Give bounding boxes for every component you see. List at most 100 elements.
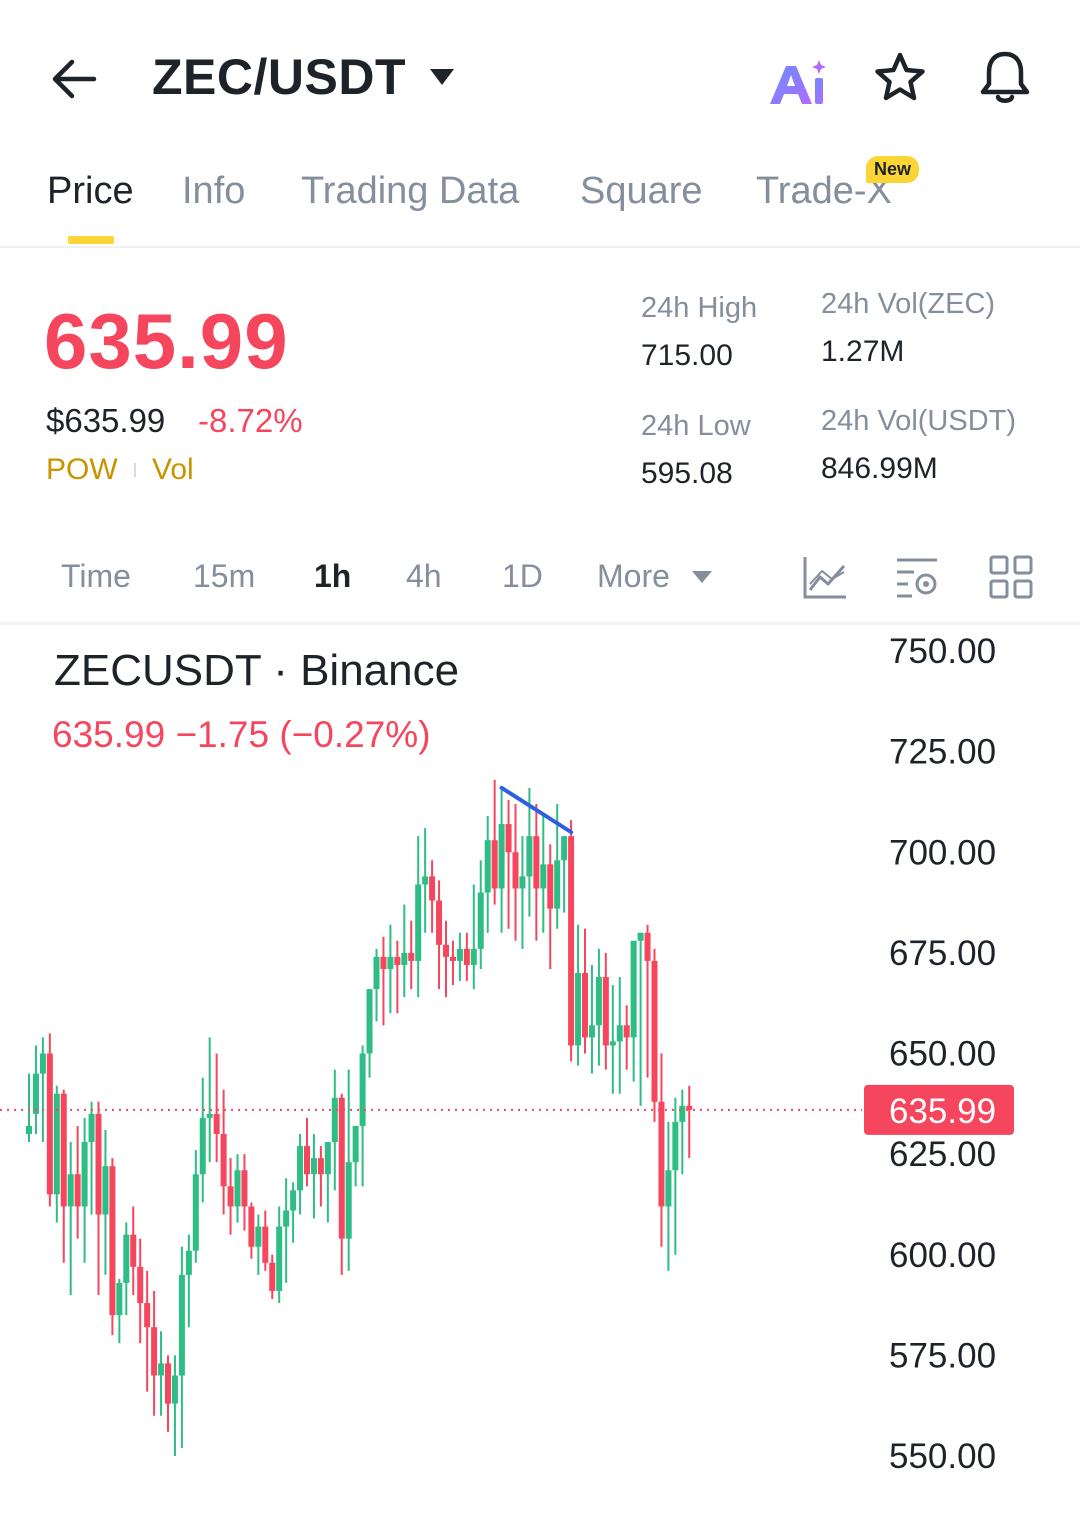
vol-base-value: 1.27M: [821, 335, 905, 368]
candle-body: [151, 1327, 158, 1376]
candle-body: [484, 840, 491, 893]
candle-body: [345, 1162, 352, 1239]
tab-trading-data[interactable]: Trading Data: [301, 170, 519, 213]
y-axis-tick-label: 625.00: [889, 1135, 996, 1174]
arrow-left-icon[interactable]: [48, 52, 102, 106]
candle-body: [526, 836, 533, 877]
candle-body: [88, 1113, 95, 1143]
tag-pow[interactable]: POW: [46, 453, 118, 487]
candle-body: [359, 1053, 366, 1126]
star-icon[interactable]: [872, 50, 928, 106]
tab-info[interactable]: Info: [182, 170, 245, 213]
y-axis-tick-label: 600.00: [889, 1236, 996, 1275]
candle-body: [262, 1226, 269, 1263]
candlestick-chart[interactable]: 750.00 725.00 700.00 675.00 650.00 625.00 600.…: [0, 625, 1080, 1535]
vol-base-label: 24h Vol(ZEC): [821, 288, 996, 320]
candle-body: [554, 860, 561, 909]
last-price: 635.99: [44, 297, 289, 385]
active-tab-indicator: [68, 236, 114, 244]
candle-body: [213, 1113, 220, 1134]
timeframe-4h[interactable]: 4h: [406, 558, 442, 595]
low-value: 595.08: [641, 457, 733, 490]
candle-body: [401, 952, 408, 965]
candle-body: [67, 1174, 74, 1207]
y-axis-tick-label: 675.00: [889, 934, 996, 973]
candle-body: [463, 948, 470, 965]
caret-down-icon[interactable]: [691, 570, 713, 584]
candle-body: [227, 1186, 234, 1207]
candle-body: [491, 840, 498, 889]
candle-body: [206, 1113, 213, 1118]
bell-icon[interactable]: [976, 48, 1034, 106]
tab-square[interactable]: Square: [580, 170, 703, 213]
timeframe-1d[interactable]: 1D: [502, 558, 543, 595]
candle-body: [95, 1113, 102, 1215]
vol-quote-value: 846.99M: [821, 452, 938, 485]
candle-body: [74, 1174, 81, 1207]
high-value: 715.00: [641, 339, 733, 372]
candle-body: [602, 977, 609, 1046]
new-badge: New: [866, 156, 920, 183]
candle-body: [192, 1174, 199, 1251]
candle-body: [297, 1146, 304, 1191]
candle-body: [568, 836, 575, 1046]
candle-body: [547, 864, 554, 909]
candle-body: [116, 1282, 123, 1316]
candle-body: [456, 948, 463, 961]
tag-vol[interactable]: Vol: [152, 453, 194, 487]
candle-body: [415, 884, 422, 961]
candle-body: [595, 977, 602, 1026]
candle-body: [422, 876, 429, 885]
indicator-chart-icon[interactable]: [802, 554, 848, 600]
candle-body: [380, 956, 387, 969]
candle-body: [81, 1142, 88, 1207]
candle-body: [436, 900, 443, 945]
pair-title[interactable]: ZEC/USDT: [152, 48, 406, 106]
chart-title: ZECUSDT · Binance: [54, 646, 460, 695]
candle-body: [519, 876, 526, 889]
y-axis-tick-label: 750.00: [889, 632, 996, 671]
candle-body: [109, 1166, 116, 1316]
ai-assistant-icon[interactable]: [766, 58, 830, 108]
grid-layout-icon[interactable]: [988, 554, 1034, 600]
candle-body: [290, 1190, 297, 1211]
y-axis-tick-label: 650.00: [889, 1035, 996, 1074]
candle-body: [449, 956, 456, 961]
candle-body: [665, 1170, 672, 1207]
chart-settings-icon[interactable]: [894, 554, 940, 600]
caret-down-icon[interactable]: [428, 66, 456, 88]
timeframe-1h[interactable]: 1h: [314, 558, 351, 595]
candle-body: [679, 1105, 686, 1122]
candle-body: [408, 952, 415, 961]
candle-body: [561, 836, 568, 861]
candle-body: [324, 1142, 331, 1175]
candle-body: [283, 1210, 290, 1227]
candle-body: [512, 852, 519, 889]
candle-body: [582, 973, 588, 1038]
candle-body: [498, 824, 505, 889]
timeframe-15m[interactable]: 15m: [193, 558, 255, 595]
candle-body: [588, 1025, 595, 1038]
timeframe-more[interactable]: More: [597, 558, 670, 595]
candle-body: [102, 1166, 109, 1215]
candle-body: [171, 1375, 178, 1404]
timeframe-time[interactable]: Time: [61, 558, 131, 595]
candle-body: [255, 1226, 262, 1247]
y-axis-tick-label: 550.00: [889, 1437, 996, 1476]
candle-body: [46, 1053, 53, 1195]
candle-body: [310, 1158, 317, 1175]
candle-body: [623, 1025, 630, 1038]
tab-price[interactable]: Price: [47, 170, 134, 213]
candle-body: [443, 944, 449, 957]
candle-body: [540, 864, 547, 889]
candle-body: [366, 989, 373, 1054]
candle-body: [130, 1234, 137, 1267]
candle-body: [644, 932, 651, 961]
candle-body: [630, 940, 637, 1038]
candle-body: [470, 948, 477, 965]
y-axis-tick-label: 725.00: [889, 733, 996, 772]
y-axis-tick-label: 700.00: [889, 833, 996, 872]
candle-body: [137, 1266, 144, 1304]
candle-body: [304, 1146, 310, 1175]
low-label: 24h Low: [641, 410, 751, 442]
